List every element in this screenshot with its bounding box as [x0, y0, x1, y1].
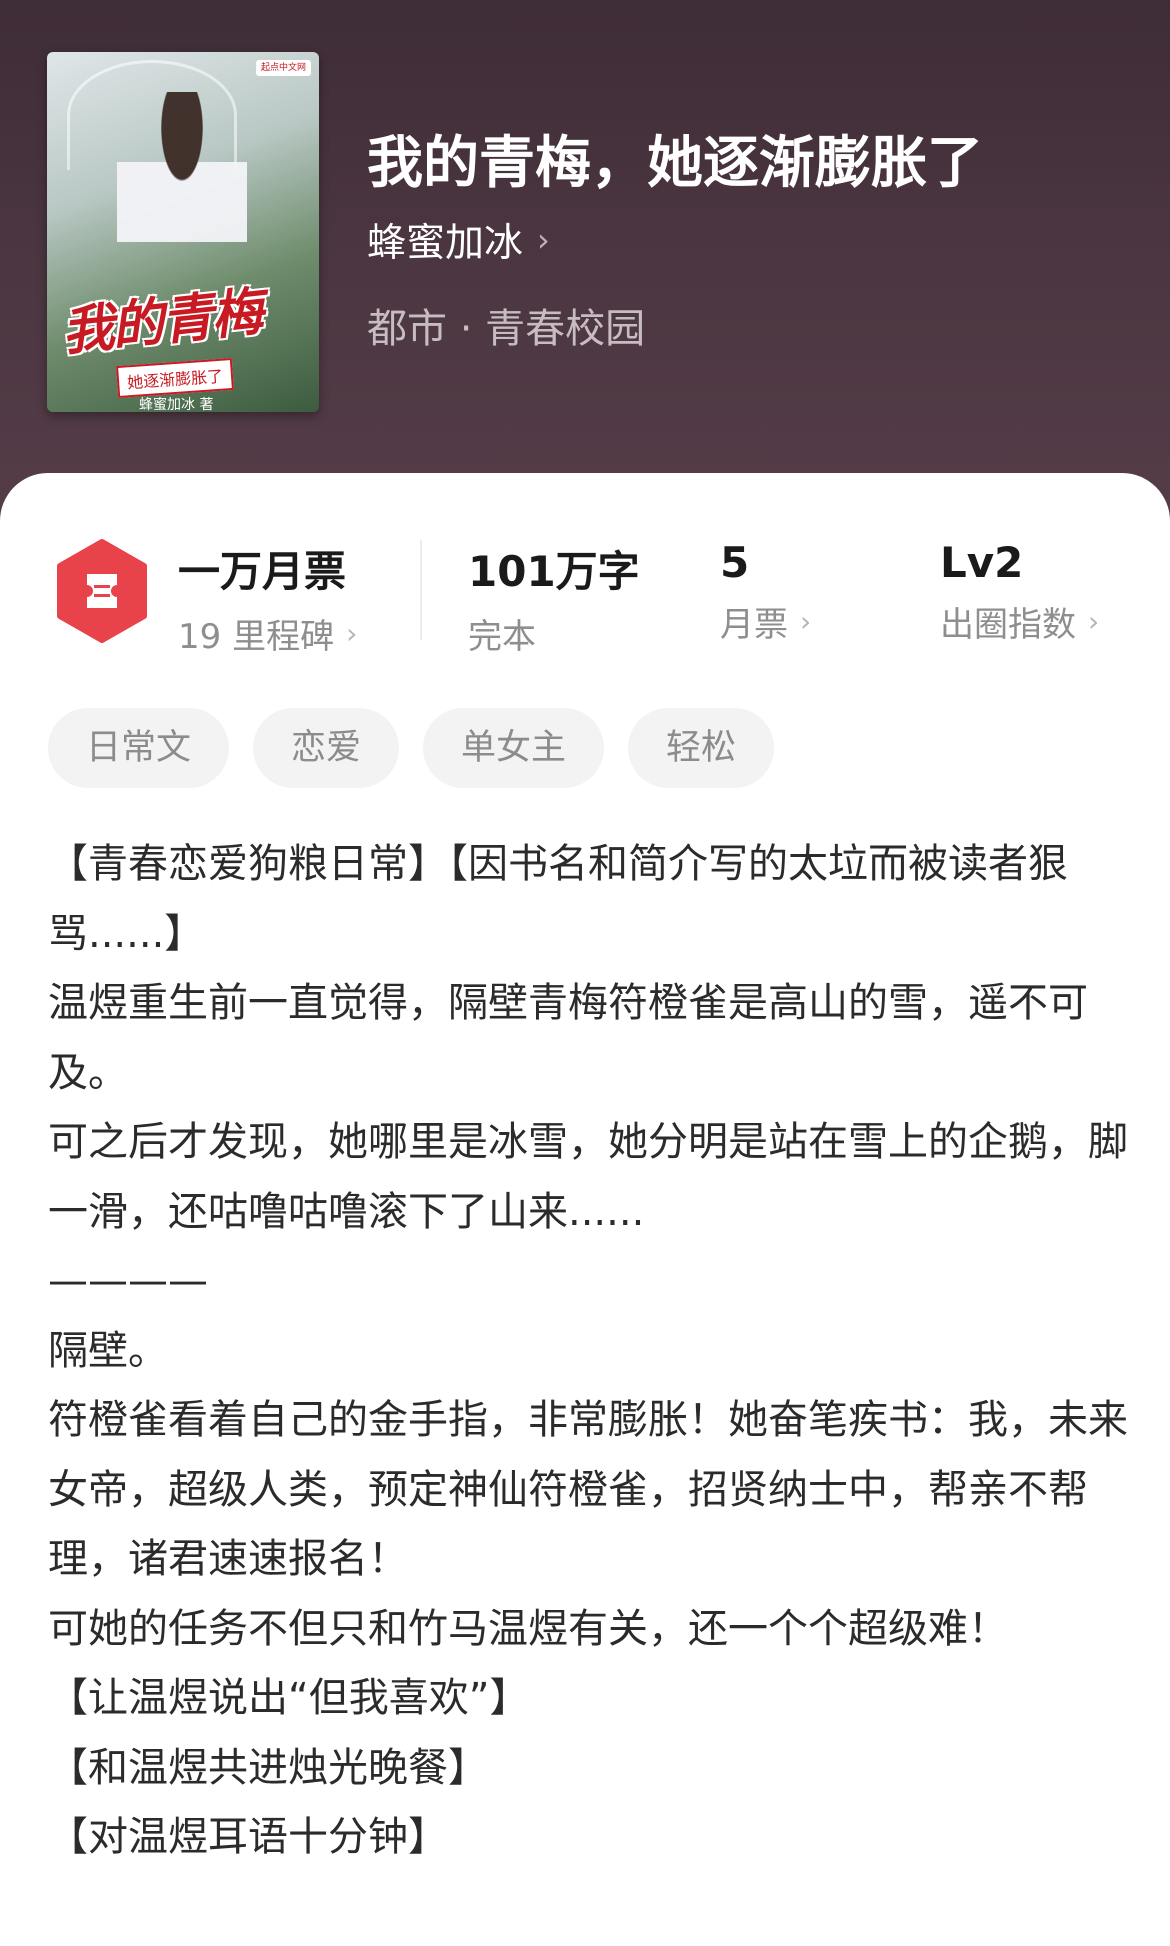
ticket-count: 5	[720, 538, 750, 587]
description-paragraph: 【让温煜说出“但我喜欢”】	[48, 1675, 530, 1721]
stat-words: 101万字 完本	[468, 538, 640, 658]
description-paragraph: 【青春恋爱狗粮日常】【因书名和简介写的太垃而被读者狠骂......】	[48, 841, 1068, 957]
author-name: 蜂蜜加冰	[367, 221, 524, 266]
popularity-link[interactable]: 出圈指数 ›	[940, 597, 1099, 646]
stat-divider	[420, 540, 422, 640]
popularity-label: 出圈指数	[940, 605, 1076, 645]
book-title: 我的青梅，她逐渐膨胀了	[367, 131, 983, 196]
milestone-label: 19 里程碑	[178, 617, 335, 657]
chevron-right-icon: ›	[1088, 605, 1100, 638]
word-count: 101万字	[468, 547, 640, 596]
tag-chip[interactable]: 单女主	[423, 708, 605, 788]
cover-subtitle: 她逐渐膨胀了	[116, 357, 234, 399]
cover-title: 我的青梅	[59, 281, 265, 363]
stat-monthly-ticket[interactable]: 一万月票 19 里程碑 ›	[178, 538, 357, 658]
tickets-link[interactable]: 月票 ›	[720, 597, 811, 646]
ticket-icon	[57, 539, 147, 643]
author-link[interactable]: 蜂蜜加冰 ›	[367, 212, 550, 268]
cover-illustration	[117, 92, 247, 292]
milestone-link[interactable]: 19 里程碑 ›	[178, 609, 357, 658]
monthly-ticket-value: 一万月票	[178, 547, 347, 596]
description-paragraph: 【和温煜共进烛光晚餐】	[48, 1744, 488, 1791]
completion-status: 完本	[468, 609, 640, 658]
book-description[interactable]: 【青春恋爱狗粮日常】【因书名和简介写的太垃而被读者狠骂......】 温煜重生前…	[48, 830, 1138, 1873]
description-paragraph: 【对温煜耳语十分钟】	[48, 1814, 448, 1860]
description-paragraph: 可她的任务不但只和竹马温煜有关，还一个个超级难！	[48, 1605, 1008, 1652]
chevron-right-icon: ›	[800, 605, 812, 638]
tag-chip[interactable]: 日常文	[48, 708, 230, 788]
tag-chip[interactable]: 恋爱	[253, 708, 400, 788]
chevron-right-icon: ›	[346, 617, 358, 650]
chevron-right-icon: ›	[537, 221, 550, 259]
description-paragraph: 可之后才发现，她哪里是冰雪，她分明是站在雪上的企鹅，脚一滑，还咕噜咕噜滚下了山来…	[48, 1119, 1128, 1235]
description-separator: ————	[48, 1258, 208, 1304]
publisher-badge: 起点中文网	[255, 60, 311, 76]
completion-label: 完本	[468, 617, 536, 657]
cover-author: 蜂蜜加冰 著	[139, 397, 214, 412]
book-cover[interactable]: 起点中文网 我的青梅 她逐渐膨胀了 蜂蜜加冰 著	[47, 52, 319, 412]
tag-chip[interactable]: 轻松	[628, 708, 775, 788]
description-paragraph: 符橙雀看着自己的金手指，非常膨胀！她奋笔疾书：我，未来女帝，超级人类，预定神仙符…	[48, 1397, 1128, 1582]
tag-list: 日常文 恋爱 单女主 轻松	[48, 708, 775, 788]
description-paragraph: 温煜重生前一直觉得，隔壁青梅符橙雀是高山的雪，遥不可及。	[48, 980, 1088, 1096]
tickets-label: 月票	[720, 605, 788, 645]
description-paragraph: 隔壁。	[48, 1327, 168, 1374]
stat-tickets[interactable]: 5 月票 ›	[720, 538, 811, 646]
level-value: Lv2	[940, 538, 1024, 587]
book-genre: 都市 · 青春校园	[367, 306, 646, 352]
stat-level[interactable]: Lv2 出圈指数 ›	[940, 538, 1099, 646]
